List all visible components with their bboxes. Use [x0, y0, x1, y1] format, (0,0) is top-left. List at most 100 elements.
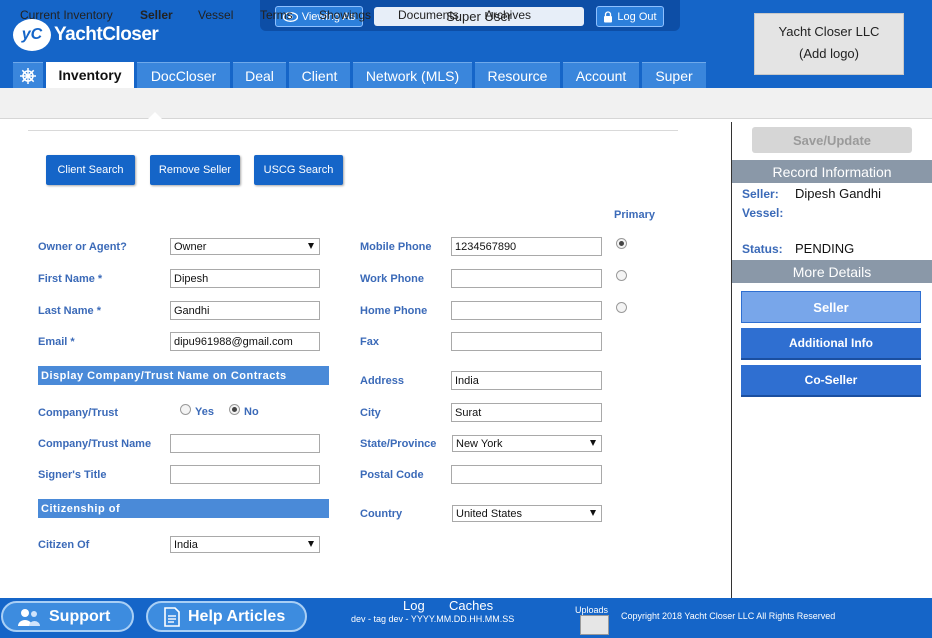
content-divider: [28, 130, 678, 131]
country-label: Country: [360, 508, 403, 520]
postal-code-label: Postal Code: [360, 469, 424, 481]
save-update-button[interactable]: Save/Update: [752, 127, 912, 153]
chevron-down-icon: [308, 243, 314, 249]
subnav-vessel[interactable]: Vessel: [198, 8, 233, 22]
owner-or-agent-value: Owner: [174, 240, 207, 253]
log-link[interactable]: Log: [403, 598, 425, 613]
company-trust-no-label: No: [244, 406, 259, 418]
remove-seller-button[interactable]: Remove Seller: [150, 155, 240, 185]
seller-details-button[interactable]: Seller: [741, 291, 921, 323]
company-trust-label: Company/Trust: [38, 407, 119, 419]
tab-doccloser[interactable]: DocCloser: [137, 62, 230, 88]
fax-field[interactable]: [451, 332, 602, 351]
state-province-label: State/Province: [360, 438, 437, 450]
more-details-header: More Details: [732, 260, 932, 283]
uploads-label: Uploads: [575, 605, 609, 615]
postal-code-field[interactable]: [451, 465, 602, 484]
record-information-header: Record Information: [732, 160, 932, 183]
tab-inventory[interactable]: Inventory: [46, 62, 134, 88]
home-phone-label: Home Phone: [360, 305, 428, 317]
tab-network-mls[interactable]: Network (MLS): [353, 62, 472, 88]
tab-resource[interactable]: Resource: [475, 62, 560, 88]
company-trust-name-label: Company/Trust Name: [38, 438, 152, 450]
co-seller-button[interactable]: Co-Seller: [741, 365, 921, 397]
caches-link[interactable]: Caches: [449, 598, 493, 613]
chevron-down-icon: [590, 510, 596, 516]
tab-account[interactable]: Account: [563, 62, 639, 88]
lock-icon: [604, 10, 613, 22]
company-trust-no-radio[interactable]: [229, 404, 240, 415]
company-trust-name-field[interactable]: [170, 434, 320, 453]
subnav-current-inventory[interactable]: Current Inventory: [20, 8, 113, 22]
logout-label: Log Out: [617, 10, 657, 23]
citizen-of-label: Citizen Of: [38, 539, 90, 551]
build-version-text: dev - tag dev - YYYY.MM.DD.HH.MM.SS: [351, 614, 515, 624]
citizen-of-value: India: [174, 538, 198, 551]
subnav-archives[interactable]: Archives: [485, 8, 531, 22]
work-phone-field[interactable]: [451, 269, 602, 288]
additional-info-button[interactable]: Additional Info: [741, 328, 921, 360]
subnav-seller[interactable]: Seller: [140, 8, 173, 22]
address-field[interactable]: India: [451, 371, 602, 390]
sub-navigation: [0, 88, 932, 119]
support-button[interactable]: Support: [1, 601, 134, 632]
company-name: Yacht Closer LLC: [778, 24, 880, 39]
email-label: Email *: [38, 336, 75, 348]
tab-client[interactable]: Client: [289, 62, 350, 88]
mobile-phone-field[interactable]: 1234567890: [451, 237, 602, 256]
support-label: Support: [49, 607, 111, 625]
company-trust-yes-radio[interactable]: [180, 404, 191, 415]
client-search-button[interactable]: Client Search: [46, 155, 135, 185]
state-province-select[interactable]: New York: [452, 435, 602, 452]
subnav-terms[interactable]: Terms: [260, 8, 293, 22]
add-logo-link[interactable]: (Add logo): [755, 43, 903, 65]
home-phone-field[interactable]: [451, 301, 602, 320]
company-trust-yes-label: Yes: [195, 406, 214, 418]
seller-info-label: Seller:: [742, 187, 779, 201]
citizen-of-select[interactable]: India: [170, 536, 320, 553]
help-articles-button[interactable]: Help Articles: [146, 601, 307, 632]
work-phone-label: Work Phone: [360, 273, 424, 285]
uploads-indicator[interactable]: [580, 615, 609, 635]
status-info-label: Status:: [742, 242, 783, 256]
tab-super[interactable]: Super: [642, 62, 706, 88]
city-label: City: [360, 407, 381, 419]
status-info-value: PENDING: [795, 241, 855, 256]
country-value: United States: [456, 507, 523, 520]
chevron-down-icon: [308, 541, 314, 547]
active-subnav-caret: [148, 112, 162, 119]
tab-settings[interactable]: [13, 62, 43, 88]
company-logo-box[interactable]: Yacht Closer LLC (Add logo): [754, 13, 904, 75]
first-name-label: First Name *: [38, 273, 103, 285]
owner-or-agent-select[interactable]: Owner: [170, 238, 320, 255]
help-articles-label: Help Articles: [188, 607, 286, 625]
logout-button[interactable]: Log Out: [596, 6, 664, 27]
seller-info-value: Dipesh Gandhi: [795, 186, 881, 201]
email-field[interactable]: dipu961988@gmail.com: [170, 332, 320, 351]
users-icon: [18, 608, 40, 626]
home-primary-radio[interactable]: [616, 302, 627, 313]
uscg-search-button[interactable]: USCG Search: [254, 155, 343, 185]
logo-text: YachtCloser: [54, 24, 159, 45]
country-select[interactable]: United States: [452, 505, 602, 522]
fax-label: Fax: [360, 336, 379, 348]
signers-title-field[interactable]: [170, 465, 320, 484]
primary-column-header: Primary: [614, 209, 655, 221]
subnav-documents[interactable]: Documents: [398, 8, 459, 22]
city-field[interactable]: Surat: [451, 403, 602, 422]
app-logo[interactable]: yC YachtCloser: [13, 18, 159, 52]
chevron-down-icon: [590, 440, 596, 446]
owner-or-agent-label: Owner or Agent?: [38, 241, 127, 253]
address-label: Address: [360, 375, 405, 387]
subnav-showings[interactable]: Showings: [319, 8, 371, 22]
display-company-section-header: Display Company/Trust Name on Contracts: [38, 366, 329, 385]
citizenship-section-header: Citizenship of: [38, 499, 329, 518]
state-province-value: New York: [456, 437, 503, 450]
first-name-field[interactable]: Dipesh: [170, 269, 320, 288]
mobile-primary-radio[interactable]: [616, 238, 627, 249]
tab-deal[interactable]: Deal: [233, 62, 286, 88]
last-name-field[interactable]: Gandhi: [170, 301, 320, 320]
document-icon: [164, 606, 180, 627]
work-primary-radio[interactable]: [616, 270, 627, 281]
logo-mark: yC: [13, 19, 51, 51]
